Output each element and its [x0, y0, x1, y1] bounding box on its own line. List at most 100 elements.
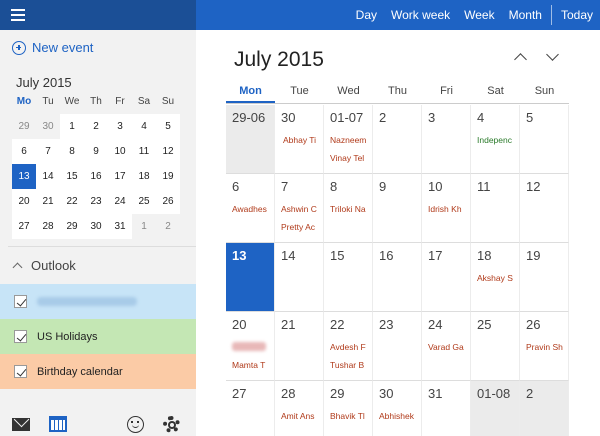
outlook-group-toggle[interactable]: Outlook	[12, 258, 76, 273]
day-cell[interactable]: 11	[471, 174, 520, 243]
day-cell[interactable]: 30 Abhay Ti	[275, 105, 324, 174]
calendar-event[interactable]: Abhishek	[379, 411, 421, 421]
next-month-icon[interactable]	[546, 48, 559, 61]
calendar-toggle-row[interactable]: Birthday calendar	[0, 354, 196, 389]
calendar-event[interactable]: Avdesh F	[330, 342, 372, 352]
day-cell[interactable]: 14	[275, 243, 324, 312]
day-cell[interactable]: 26 Pravin Sh	[520, 312, 569, 381]
mini-day[interactable]: 8	[60, 139, 84, 164]
day-cell[interactable]: 29-06	[226, 105, 275, 174]
calendar-event[interactable]: Awadhes	[232, 204, 274, 214]
day-cell[interactable]: 7 Ashwin C Pretty Ac	[275, 174, 324, 243]
gear-icon[interactable]	[163, 416, 180, 433]
calendar-icon[interactable]	[49, 416, 67, 432]
day-cell[interactable]: 5	[520, 105, 569, 174]
calendar-event[interactable]: Ashwin C	[281, 204, 323, 214]
day-cell[interactable]: 27	[226, 381, 275, 436]
day-cell[interactable]: 29 Bhavik Tl	[324, 381, 373, 436]
mini-calendar-title[interactable]: July 2015	[16, 75, 72, 90]
today-button[interactable]: Today	[554, 0, 600, 30]
calendar-toggle-row[interactable]: US Holidays	[0, 319, 196, 354]
view-week-button[interactable]: Week	[457, 0, 501, 30]
mini-day[interactable]: 12	[156, 139, 180, 164]
mini-day[interactable]: 4	[132, 114, 156, 139]
mini-day[interactable]: 2	[84, 114, 108, 139]
day-cell[interactable]: 19	[520, 243, 569, 312]
day-cell[interactable]: 9	[373, 174, 422, 243]
mini-day[interactable]: 30	[36, 114, 60, 139]
mini-day[interactable]: 9	[84, 139, 108, 164]
mini-day[interactable]: 27	[12, 214, 36, 239]
calendar-event[interactable]: Triloki Na	[330, 204, 372, 214]
checkbox-checked-icon[interactable]	[14, 295, 27, 308]
mini-day[interactable]: 5	[156, 114, 180, 139]
mini-day[interactable]: 30	[84, 214, 108, 239]
checkbox-checked-icon[interactable]	[14, 330, 27, 343]
mini-day[interactable]: 25	[132, 189, 156, 214]
day-cell[interactable]: 01-07 Nazneem Vinay Tel	[324, 105, 373, 174]
new-event-button[interactable]: New event	[12, 40, 93, 55]
mini-day[interactable]: 16	[84, 164, 108, 189]
calendar-event[interactable]: Bhavik Tl	[330, 411, 372, 421]
day-cell[interactable]: 20 Mamta T	[226, 312, 275, 381]
day-cell[interactable]: 2	[520, 381, 569, 436]
calendar-event[interactable]: Pretty Ac	[281, 222, 323, 232]
day-cell[interactable]: 18 Akshay S	[471, 243, 520, 312]
day-cell[interactable]: 22 Avdesh F Tushar B	[324, 312, 373, 381]
calendar-event[interactable]: Pravin Sh	[526, 342, 568, 352]
view-day-button[interactable]: Day	[349, 0, 384, 30]
mini-day[interactable]: 19	[156, 164, 180, 189]
mini-day[interactable]: 10	[108, 139, 132, 164]
mini-day[interactable]: 18	[132, 164, 156, 189]
view-work-week-button[interactable]: Work week	[384, 0, 457, 30]
mini-day[interactable]: 1	[132, 214, 156, 239]
previous-month-icon[interactable]	[514, 53, 527, 66]
mini-day[interactable]: 3	[108, 114, 132, 139]
mini-day[interactable]: 29	[60, 214, 84, 239]
mini-day[interactable]: 14	[36, 164, 60, 189]
day-cell[interactable]: 25	[471, 312, 520, 381]
view-month-button[interactable]: Month	[502, 0, 549, 30]
mini-day[interactable]: 15	[60, 164, 84, 189]
day-cell[interactable]: 3	[422, 105, 471, 174]
mini-day[interactable]: 7	[36, 139, 60, 164]
day-cell[interactable]: 16	[373, 243, 422, 312]
day-cell[interactable]: 01-08	[471, 381, 520, 436]
calendar-event[interactable]: Vinay Tel	[330, 153, 372, 163]
mini-day[interactable]: 23	[84, 189, 108, 214]
mini-day[interactable]: 31	[108, 214, 132, 239]
mini-day[interactable]: 6	[12, 139, 36, 164]
mini-day[interactable]: 24	[108, 189, 132, 214]
mini-day[interactable]: 17	[108, 164, 132, 189]
checkbox-checked-icon[interactable]	[14, 365, 27, 378]
calendar-event[interactable]: Tushar B	[330, 360, 372, 370]
mini-day[interactable]: 21	[36, 189, 60, 214]
day-cell[interactable]: 21	[275, 312, 324, 381]
hamburger-menu-icon[interactable]	[0, 0, 36, 30]
day-cell[interactable]: 17	[422, 243, 471, 312]
day-cell[interactable]: 15	[324, 243, 373, 312]
calendar-event[interactable]: Nazneem	[330, 135, 372, 145]
mini-day[interactable]: 22	[60, 189, 84, 214]
day-cell[interactable]: 8 Triloki Na	[324, 174, 373, 243]
day-cell[interactable]: 4 Indepenc	[471, 105, 520, 174]
mini-day-today[interactable]: 13	[12, 164, 36, 189]
mail-icon[interactable]	[12, 418, 30, 431]
mini-day[interactable]: 29	[12, 114, 36, 139]
smiley-icon[interactable]	[127, 416, 144, 433]
mini-day[interactable]: 26	[156, 189, 180, 214]
day-cell[interactable]: 30 Abhishek	[373, 381, 422, 436]
calendar-event[interactable]: Varad Ga	[428, 342, 470, 352]
day-cell[interactable]: 2	[373, 105, 422, 174]
calendar-event[interactable]: Indepenc	[477, 135, 519, 145]
mini-day[interactable]: 20	[12, 189, 36, 214]
mini-day[interactable]: 2	[156, 214, 180, 239]
mini-day[interactable]: 11	[132, 139, 156, 164]
day-cell[interactable]: 10 Idrish Kh	[422, 174, 471, 243]
day-cell[interactable]: 24 Varad Ga	[422, 312, 471, 381]
day-cell[interactable]: 6 Awadhes	[226, 174, 275, 243]
calendar-event[interactable]: Akshay S	[477, 273, 519, 283]
calendar-event[interactable]: Abhay Ti	[279, 135, 323, 145]
calendar-event[interactable]: Amit Ans	[281, 411, 323, 421]
mini-day[interactable]: 28	[36, 214, 60, 239]
